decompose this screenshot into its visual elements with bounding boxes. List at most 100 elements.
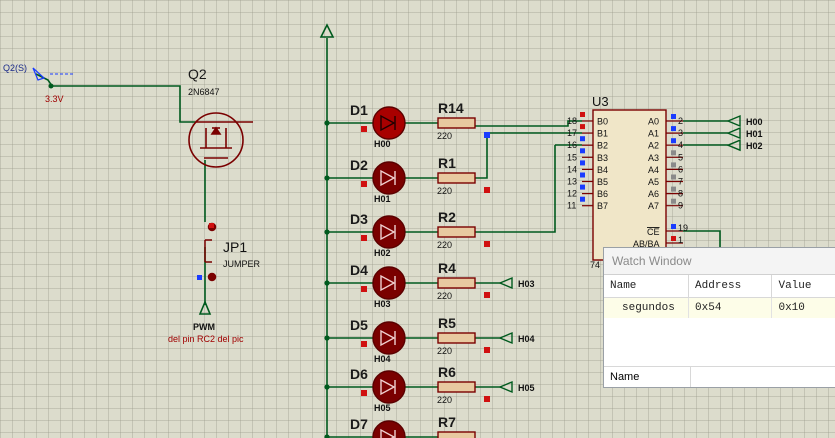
ic-pin-number: 7 <box>678 177 683 187</box>
resistor-value: 220 <box>437 240 452 250</box>
terminal-icon <box>726 127 741 140</box>
led-ref: D3 <box>350 211 368 227</box>
ic-pin-state <box>671 198 676 204</box>
resistor-icon <box>437 431 476 438</box>
led-ref: D5 <box>350 317 368 333</box>
led-icon <box>372 161 406 195</box>
q2-part: 2N6847 <box>188 87 220 97</box>
terminal-label: H03 <box>518 279 535 289</box>
terminal-icon <box>498 331 513 345</box>
resistor-pin <box>484 187 490 193</box>
pwm-note: del pin RC2 del pic <box>168 334 244 344</box>
bus-junction <box>324 229 330 235</box>
ic-pin-name: B1 <box>597 129 608 139</box>
ic-pin-name: A6 <box>648 189 659 199</box>
resistor-value: 220 <box>437 346 452 356</box>
led-row-2: D2 H01 R1 220 <box>324 155 490 204</box>
resistor-ref: R5 <box>438 315 456 331</box>
resistor-value: 220 <box>437 395 452 405</box>
led-icon <box>372 266 406 300</box>
ic-pin-number: 6 <box>678 164 683 174</box>
terminal-icon <box>726 139 741 152</box>
led-icon <box>372 420 406 438</box>
ic-pin-state <box>671 114 676 119</box>
led-row-7: D7 R7 <box>324 414 476 438</box>
source-label: Q2(S) <box>3 63 27 73</box>
terminal-label: H05 <box>518 383 535 393</box>
watch-col-name[interactable]: Name <box>604 275 690 298</box>
resistor-value: 220 <box>437 186 452 196</box>
terminal-label: H01 <box>746 129 763 139</box>
pwm-terminal-icon <box>198 299 212 315</box>
led-row-1: D1 H00 R14 220 <box>324 100 490 149</box>
led-net: H00 <box>374 139 391 149</box>
watch-footer-name[interactable]: Name <box>604 367 691 387</box>
ic-pin-name: B3 <box>597 153 608 163</box>
ic-pin-name: B4 <box>597 165 608 175</box>
ic-output-terminals: H00 H01 H02 <box>726 114 763 152</box>
ic-pin-state <box>580 196 585 202</box>
ic-pin-name: CE <box>647 227 660 237</box>
table-row[interactable]: segundos 0x54 0x10 <box>604 297 835 318</box>
ic-pin-number: 8 <box>678 189 683 199</box>
resistor-icon <box>437 381 476 393</box>
resistor-ref: R7 <box>438 414 456 430</box>
source-junction <box>48 83 54 89</box>
led-pin <box>361 286 367 292</box>
led-pin <box>361 126 367 132</box>
jp1-part: JUMPER <box>223 259 261 269</box>
led-ref: D4 <box>350 262 368 278</box>
ic-pin-name: A3 <box>648 153 659 163</box>
led-ref: D2 <box>350 157 368 173</box>
terminal-label: H02 <box>746 141 763 151</box>
led-pin <box>361 181 367 187</box>
resistor-ref: R1 <box>438 155 456 171</box>
bus-junction <box>324 175 330 181</box>
ic-pin-name: B2 <box>597 141 608 151</box>
ic-pin-state <box>671 186 676 192</box>
watch-col-value[interactable]: Value <box>771 275 835 298</box>
resistor-icon <box>437 332 476 344</box>
led-pin <box>361 341 367 347</box>
bus-junction <box>324 384 330 390</box>
watch-window[interactable]: Watch Window Name Address Value segundos… <box>603 247 835 388</box>
resistor-icon <box>437 277 476 289</box>
ic-pin-state <box>671 126 676 132</box>
ic-pin-state <box>580 136 585 142</box>
watch-row-name: segundos <box>604 297 690 318</box>
bus-junction <box>324 120 330 126</box>
ic-pin-number: 13 <box>567 177 577 187</box>
ic-pin-name: A2 <box>648 141 659 151</box>
led-ref: D1 <box>350 102 368 118</box>
jumper-symbol-icon <box>204 222 217 282</box>
led-row-6: D6 H05 R6 220 H05 <box>324 364 535 413</box>
resistor-ref: R4 <box>438 260 456 276</box>
led-net: H05 <box>374 403 391 413</box>
led-icon <box>372 321 406 355</box>
resistor-ref: R6 <box>438 364 456 380</box>
led-row-3: D3 H02 R2 220 <box>324 209 490 258</box>
ic-pin-number: 12 <box>567 189 577 199</box>
led-pin <box>361 235 367 241</box>
ic-pin-state <box>671 162 676 168</box>
mosfet-symbol-icon <box>188 112 253 168</box>
resistor-ref: R14 <box>438 100 464 116</box>
ic-pin-state <box>671 150 676 156</box>
bus-junction <box>324 335 330 341</box>
resistor-pin <box>484 347 490 353</box>
resistor-value: 220 <box>437 131 452 141</box>
watch-window-title[interactable]: Watch Window <box>604 248 835 275</box>
resistor-pin <box>484 241 490 247</box>
ic-pin-name: A7 <box>648 201 659 211</box>
led-icon <box>372 106 406 140</box>
watch-col-address[interactable]: Address <box>688 275 773 298</box>
led-net: H04 <box>374 354 391 364</box>
resistor-value: 220 <box>437 291 452 301</box>
terminal-icon <box>498 276 513 290</box>
resistor-icon <box>437 117 476 129</box>
bus-arrow-icon <box>319 23 335 38</box>
resistor-icon <box>437 226 476 238</box>
source-terminal-icon <box>32 67 74 81</box>
pwm-label: PWM <box>193 322 215 332</box>
watch-row-address: 0x54 <box>688 297 773 318</box>
